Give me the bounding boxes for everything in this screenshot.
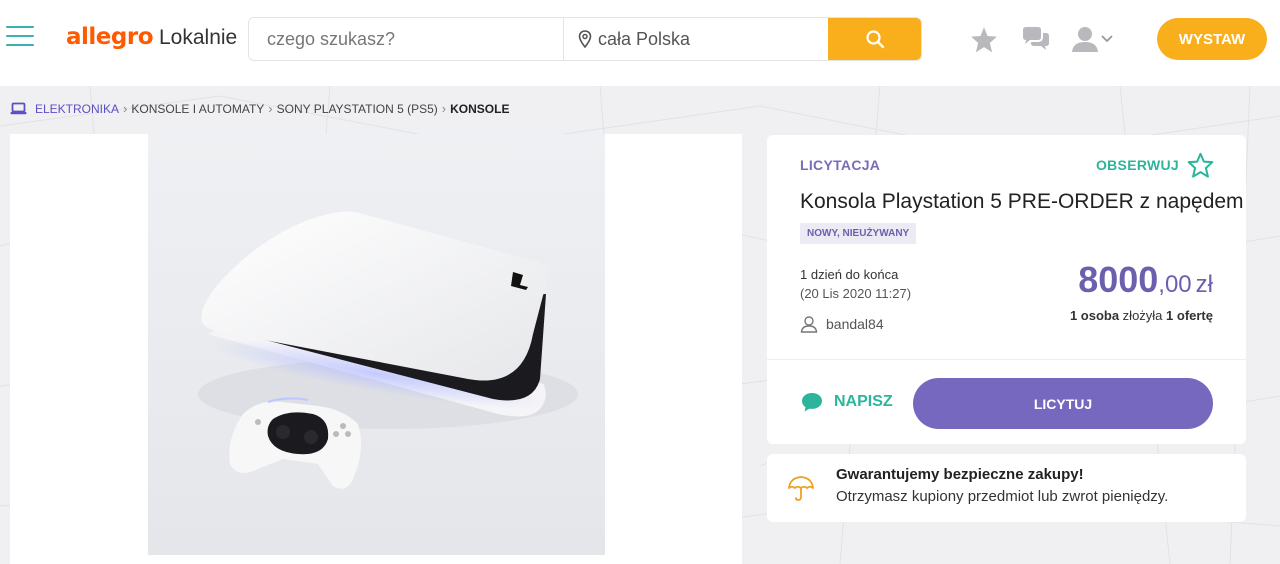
user-account-menu[interactable] bbox=[1071, 25, 1114, 53]
guarantee-title: Gwarantujemy bezpieczne zakupy! bbox=[836, 466, 1084, 483]
breadcrumb: ELEKTRONIKA › KONSOLE I AUTOMATY › SONY … bbox=[10, 101, 509, 116]
auction-end-info: 1 dzień do końca (20 Lis 2020 11:27) bbox=[800, 265, 911, 303]
messages-icon[interactable] bbox=[1021, 26, 1051, 52]
star-icon[interactable] bbox=[970, 26, 998, 53]
search-button[interactable] bbox=[828, 18, 921, 60]
price-currency: zł bbox=[1195, 271, 1213, 298]
observe-label: OBSERWUJ bbox=[1095, 157, 1179, 173]
ps5-console-image bbox=[148, 134, 605, 555]
current-price: 8000,00 zł bbox=[1078, 259, 1213, 301]
hamburger-menu-icon[interactable] bbox=[6, 26, 34, 50]
seller-link[interactable]: bandal84 bbox=[800, 315, 884, 333]
logo-brand-text: allegro bbox=[66, 24, 154, 50]
photo-gallery bbox=[10, 134, 742, 564]
bid-button[interactable]: LICYTUJ bbox=[913, 378, 1213, 429]
site-logo[interactable]: allegro Lokalnie bbox=[66, 24, 237, 54]
seller-name: bandal84 bbox=[826, 316, 884, 332]
umbrella-icon bbox=[788, 476, 814, 501]
chevron-down-icon bbox=[1101, 35, 1113, 43]
observe-button[interactable]: OBSERWUJ bbox=[1096, 152, 1214, 178]
price-decimal: ,00 bbox=[1158, 271, 1192, 298]
bidders-count: 1 osoba bbox=[1069, 308, 1120, 323]
breadcrumb-current: KONSOLE bbox=[450, 101, 510, 116]
offers-count: 1 ofertę bbox=[1166, 308, 1213, 323]
end-date: (20 Lis 2020 11:27) bbox=[800, 286, 912, 301]
search-icon bbox=[865, 30, 884, 49]
condition-badge: NOWY, NIEUŻYWANY bbox=[800, 223, 917, 244]
breadcrumb-item-consoles-arcades[interactable]: KONSOLE I AUTOMATY bbox=[131, 102, 264, 116]
location-pin-icon bbox=[578, 30, 592, 48]
chat-bubble-icon bbox=[802, 393, 822, 412]
star-outline-icon bbox=[1187, 152, 1214, 178]
sell-button[interactable]: WYSTAW bbox=[1157, 18, 1267, 60]
message-seller-label: NAPISZ bbox=[834, 393, 893, 410]
laptop-icon bbox=[10, 102, 27, 115]
bid-summary-mid: złożyła bbox=[1119, 308, 1167, 323]
location-input[interactable] bbox=[598, 28, 818, 50]
logo-sub-text: Lokalnie bbox=[159, 26, 238, 49]
message-seller-button[interactable]: NAPISZ bbox=[800, 391, 893, 413]
user-outline-icon bbox=[800, 316, 818, 333]
top-header: allegro Lokalnie czego szukasz? cała Pol… bbox=[0, 0, 1280, 86]
breadcrumb-item-electronics[interactable]: ELEKTRONIKA bbox=[35, 102, 119, 116]
breadcrumb-item-ps5[interactable]: SONY PLAYSTATION 5 (PS5) bbox=[277, 102, 438, 116]
guarantee-card: Gwarantujemy bezpieczne zakupy! Otrzymas… bbox=[767, 454, 1246, 522]
offer-type-label: LICYTACJA bbox=[800, 157, 881, 173]
offer-card: LICYTACJA OBSERWUJ Konsola Playstation 5… bbox=[767, 135, 1246, 444]
breadcrumb-separator-icon: › bbox=[441, 101, 447, 116]
bid-summary: 1 osoba złożyła 1 ofertę bbox=[1070, 308, 1213, 323]
breadcrumb-separator-icon: › bbox=[123, 101, 128, 116]
product-photo[interactable] bbox=[148, 134, 605, 555]
offer-title: Konsola Playstation 5 PRE-ORDER z napęde… bbox=[800, 190, 1244, 213]
location-field[interactable] bbox=[564, 18, 828, 60]
breadcrumb-separator-icon: › bbox=[268, 101, 273, 116]
time-remaining: 1 dzień do końca bbox=[800, 267, 899, 282]
guarantee-text: Otrzymasz kupiony przedmiot lub zwrot pi… bbox=[836, 488, 1169, 505]
price-integer: 8000 bbox=[1078, 259, 1159, 300]
divider bbox=[767, 359, 1246, 360]
user-icon bbox=[1072, 27, 1098, 52]
search-input[interactable] bbox=[249, 18, 564, 60]
search-bar bbox=[248, 17, 922, 61]
